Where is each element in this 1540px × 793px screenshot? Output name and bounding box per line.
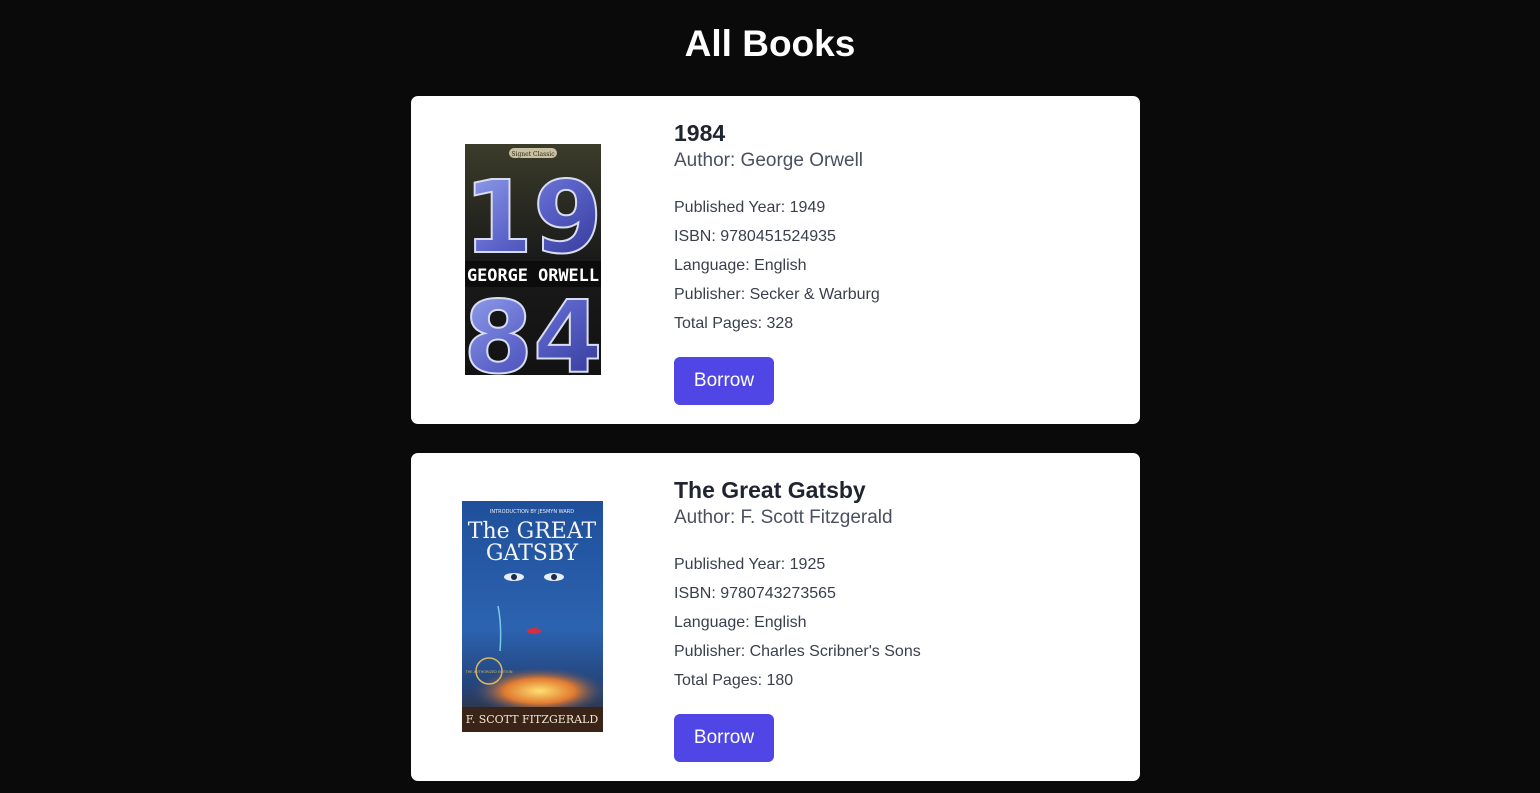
isbn: ISBN: 9780451524935 (674, 228, 836, 245)
cover-bottom-digits: 84 (465, 279, 601, 375)
book-details: Published Year: 1925 ISBN: 9780743273565… (674, 550, 1114, 695)
borrow-button[interactable]: Borrow (674, 357, 774, 405)
publisher: Publisher: Charles Scribner's Sons (674, 643, 921, 660)
book-cover-image: INTRODUCTION BY JESMYN WARD The GREAT GA… (462, 501, 603, 732)
page-title: All Books (684, 23, 856, 64)
language: Language: English (674, 257, 807, 274)
book-card: INTRODUCTION BY JESMYN WARD The GREAT GA… (411, 453, 1140, 781)
book-title: The Great Gatsby (674, 477, 866, 503)
cover-seal-text: THE AUTHORIZED EDITION (465, 670, 513, 674)
book-title: 1984 (674, 120, 726, 146)
cover-badge-text: Signet Classic (511, 151, 555, 158)
book-info: 1984 Author: George Orwell Published Yea… (674, 120, 1114, 405)
book-author: Author: F. Scott Fitzgerald (674, 507, 893, 528)
total-pages: Total Pages: 328 (674, 315, 794, 332)
borrow-button[interactable]: Borrow (674, 714, 774, 762)
published-year: Published Year: 1949 (674, 199, 826, 216)
book-details: Published Year: 1949 ISBN: 9780451524935… (674, 193, 1114, 338)
isbn: ISBN: 9780743273565 (674, 585, 836, 602)
cover-author-text: F. SCOTT FITZGERALD (466, 713, 599, 726)
book-cover-image: Signet Classic 19 GEORGE ORWELL 84 (465, 144, 601, 375)
publisher: Publisher: Secker & Warburg (674, 286, 880, 303)
book-author: Author: George Orwell (674, 150, 864, 171)
cover-intro-text: INTRODUCTION BY JESMYN WARD (490, 509, 574, 515)
book-card: Signet Classic 19 GEORGE ORWELL 84 1984 … (411, 96, 1140, 424)
cover-title-line-2: GATSBY (486, 541, 579, 566)
cover-top-digits: 19 (465, 159, 601, 276)
published-year: Published Year: 1925 (674, 556, 826, 573)
total-pages: Total Pages: 180 (674, 672, 794, 689)
book-info: The Great Gatsby Author: F. Scott Fitzge… (674, 477, 1114, 762)
language: Language: English (674, 614, 807, 631)
